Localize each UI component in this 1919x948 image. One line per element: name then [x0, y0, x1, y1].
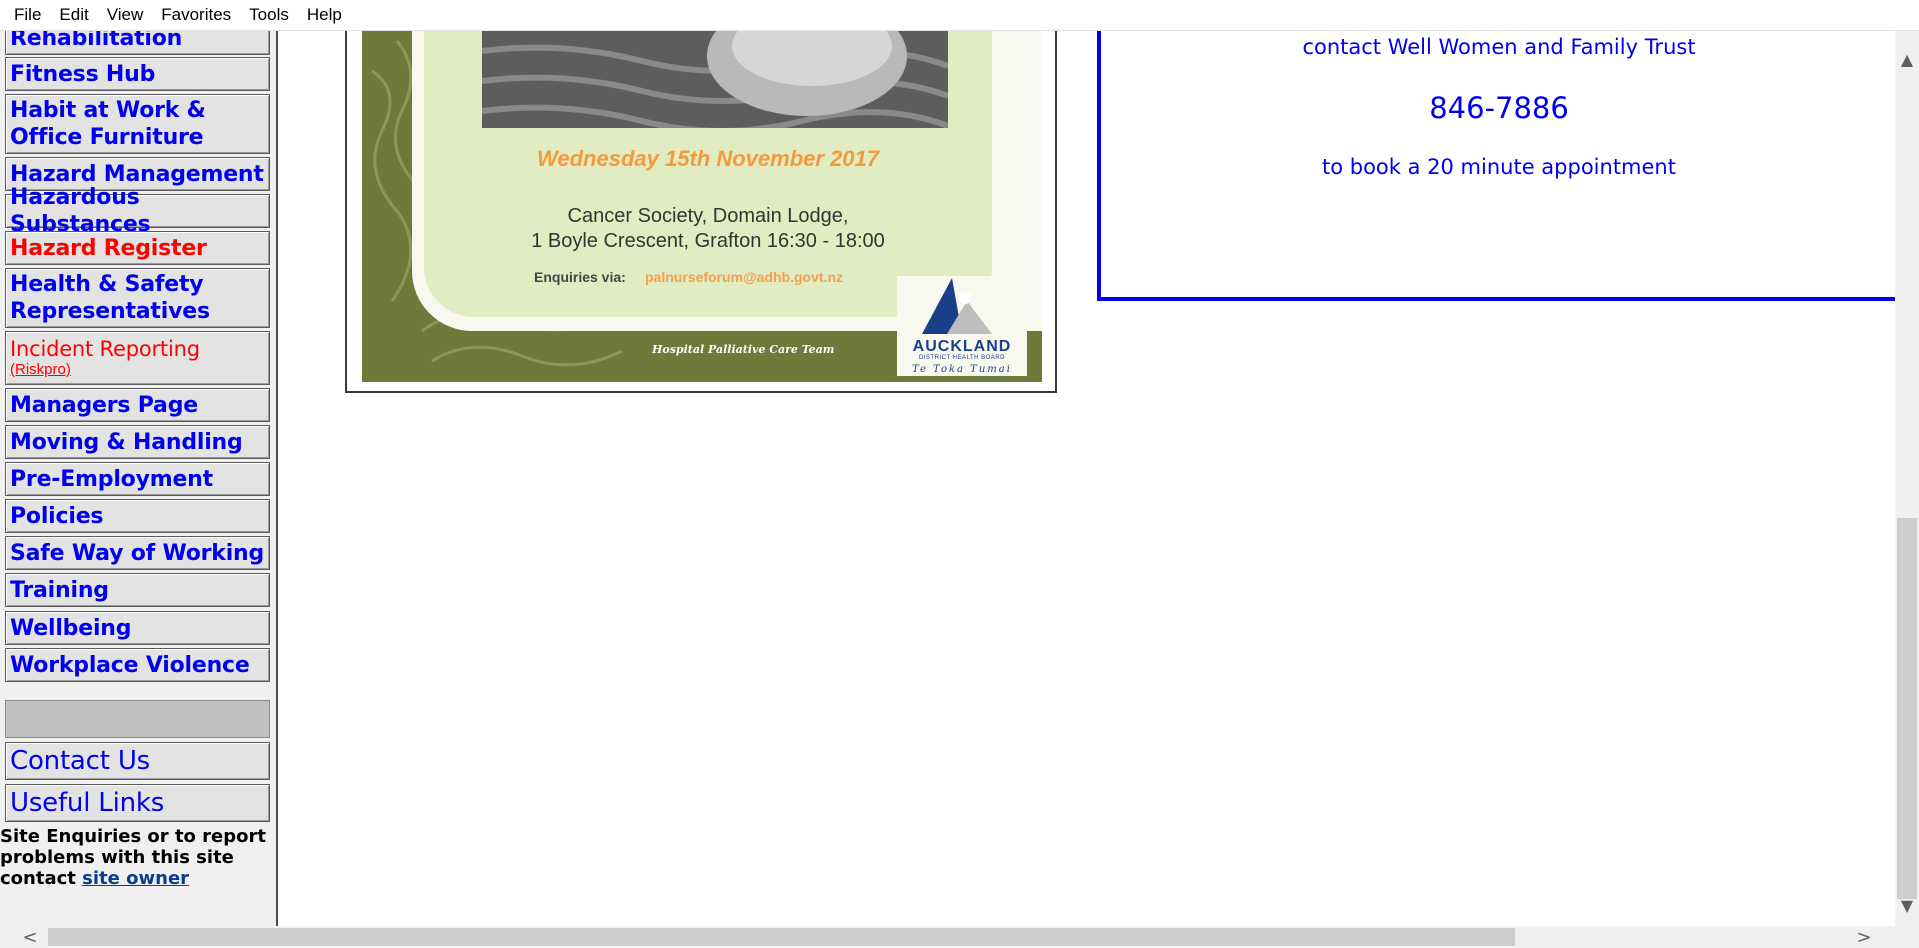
menu-file[interactable]: File: [6, 5, 51, 25]
info-phone-number: 846-7886: [1429, 91, 1569, 125]
menu-bar: File Edit View Favorites Tools Help: [0, 0, 1919, 31]
nav-item-hazard-register[interactable]: Hazard Register: [5, 231, 270, 265]
venue-line-2: 1 Boyle Crescent, Grafton 16:30 - 18:00: [531, 230, 885, 252]
nav-item-safe-way-of-working[interactable]: Safe Way of Working: [5, 536, 270, 570]
nav-spacer: [5, 700, 270, 738]
info-booking-text: to book a 20 minute appointment: [1322, 155, 1676, 179]
nav-item-label: Moving & Handling: [10, 429, 243, 455]
site-enquiries: Site Enquiries or to report problems wit…: [0, 826, 276, 889]
horizontal-scrollbar[interactable]: < >: [0, 926, 1919, 948]
riskpro-link[interactable]: (Riskpro): [10, 361, 265, 379]
nav-item-training[interactable]: Training: [5, 573, 270, 607]
adhb-logo: AUCKLAND DISTRICT HEALTH BOARD Te Toka T…: [897, 276, 1027, 376]
nav-item-label: Hazard Register: [10, 235, 207, 261]
nav-item-health-safety-representatives[interactable]: Health & Safety Representatives: [5, 268, 270, 328]
appointment-info-box: contact Well Women and Family Trust 846-…: [1097, 31, 1897, 301]
nav-item-label: Wellbeing: [10, 615, 132, 641]
adhb-logo-icon: [922, 278, 992, 334]
nav-item-workplace-violence[interactable]: Workplace Violence: [5, 648, 270, 682]
nav-item-moving-handling[interactable]: Moving & Handling: [5, 425, 270, 459]
left-navigation: Rehabilitation Fitness Hub Habit at Work…: [0, 31, 278, 926]
nav-item-label: Rehabilitation: [10, 31, 183, 51]
nav-item-label: Pre-Employment: [10, 466, 213, 492]
logo-subtitle: DISTRICT HEALTH BOARD: [919, 355, 1005, 361]
menu-favorites[interactable]: Favorites: [153, 5, 241, 25]
team-name: Hospital Palliative Care Team: [652, 343, 835, 356]
site-owner-link[interactable]: site owner: [82, 868, 189, 889]
enquiries-label: Enquiries via:: [534, 269, 626, 285]
nav-item-rehabilitation[interactable]: Rehabilitation: [5, 31, 270, 55]
nav-item-label: Health & Safety Representatives: [10, 272, 210, 324]
scroll-down-icon[interactable]: ▼: [1895, 893, 1919, 917]
scroll-up-icon[interactable]: ▲: [1895, 47, 1919, 71]
menu-help[interactable]: Help: [299, 5, 352, 25]
nav-item-pre-employment[interactable]: Pre-Employment: [5, 462, 270, 496]
info-contact-text: contact Well Women and Family Trust: [1302, 35, 1696, 59]
nav-item-label: Managers Page: [10, 392, 198, 418]
nav-item-label: Hazardous Substances: [10, 185, 151, 237]
nav-item-label: Policies: [10, 503, 104, 529]
scroll-left-icon[interactable]: <: [18, 926, 42, 948]
menu-edit[interactable]: Edit: [51, 5, 98, 25]
nav-item-contact-us[interactable]: Contact Us: [5, 742, 270, 780]
event-poster: Wednesday 15th November 2017 Cancer Soci…: [362, 31, 1042, 382]
nav-item-wellbeing[interactable]: Wellbeing: [5, 611, 270, 645]
nav-item-label: Habit at Work & Office Furniture: [10, 98, 206, 150]
nav-item-label: Fitness Hub: [10, 61, 156, 87]
nav-item-policies[interactable]: Policies: [5, 499, 270, 533]
menu-view[interactable]: View: [99, 5, 154, 25]
menu-tools[interactable]: Tools: [241, 5, 299, 25]
nav-item-label: Contact Us: [10, 745, 150, 776]
nav-item-managers-page[interactable]: Managers Page: [5, 388, 270, 422]
nav-item-hazardous-substances[interactable]: Hazardous Substances: [5, 185, 270, 237]
vertical-scroll-thumb[interactable]: [1897, 518, 1917, 899]
enquiries-email: palnurseforum@adhb.govt.nz: [645, 269, 843, 285]
event-venue: Cancer Society, Domain Lodge, 1 Boyle Cr…: [424, 204, 992, 254]
nav-item-label: Training: [10, 577, 109, 603]
nav-item-label: Workplace Violence: [10, 652, 250, 678]
horizontal-scroll-thumb[interactable]: [48, 928, 1515, 946]
nav-item-label: Incident Reporting: [10, 337, 200, 361]
venue-line-1: Cancer Society, Domain Lodge,: [567, 205, 849, 227]
nav-item-label: Safe Way of Working: [10, 540, 265, 566]
nav-item-habit-at-work[interactable]: Habit at Work & Office Furniture: [5, 94, 270, 154]
nav-item-fitness-hub[interactable]: Fitness Hub: [5, 57, 270, 91]
logo-maori-name: Te Toka Tumai: [912, 364, 1012, 375]
stone-photo: [482, 31, 948, 128]
vertical-scrollbar[interactable]: ▲ ▼: [1895, 31, 1919, 926]
event-date: Wednesday 15th November 2017: [537, 146, 879, 171]
scroll-right-icon[interactable]: >: [1852, 926, 1876, 948]
logo-name: AUCKLAND: [912, 338, 1012, 355]
nav-item-incident-reporting[interactable]: Incident Reporting (Riskpro): [5, 331, 270, 385]
nav-item-label: Useful Links: [10, 787, 165, 818]
nav-item-useful-links[interactable]: Useful Links: [5, 784, 270, 822]
